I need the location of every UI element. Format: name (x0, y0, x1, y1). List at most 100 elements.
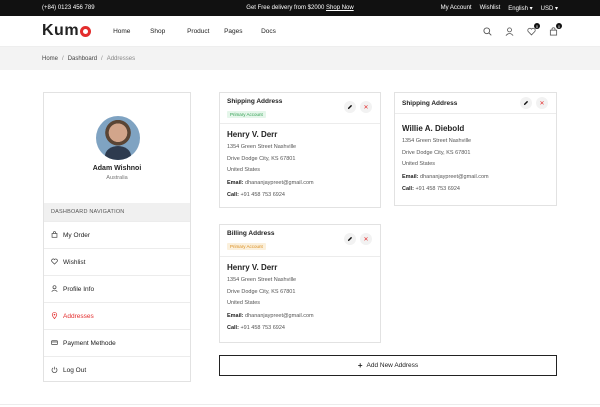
email-label: Email: (402, 173, 419, 180)
wishlist-heart-icon[interactable]: 0 (526, 23, 540, 36)
breadcrumb-current: Addresses (106, 55, 136, 62)
phone-number: (+84) 0123 456 789 (42, 5, 95, 11)
language-select[interactable]: English ▾ (508, 5, 532, 12)
breadcrumb-dashboard[interactable]: Dashboard (68, 56, 97, 62)
nav-pages[interactable]: Pages (224, 28, 261, 35)
nav-shop[interactable]: Shop (150, 28, 187, 35)
sidebar-item-label: Profile Info (63, 285, 95, 293)
close-icon: ✕ (363, 104, 369, 111)
dashboard-sidebar: Adam Wishnoi Australia DASHBOARD NAVIGAT… (43, 92, 191, 382)
dashboard-nav-heading: DASHBOARD NAVIGATION (44, 203, 190, 221)
card-title: Billing Address (227, 230, 275, 237)
sidebar-item-my-order[interactable]: My Order (44, 221, 190, 248)
address-line-3: United States (227, 300, 261, 306)
email-label: Email: (227, 312, 244, 319)
address-line-1: 1354 Green Street Nashville (227, 277, 297, 283)
logo[interactable]: Kum (42, 22, 92, 40)
address-details: Henry V. Derr 1354 Green Street Nashvill… (227, 262, 314, 335)
breadcrumb-separator: / (62, 55, 64, 62)
sidebar-item-log-out[interactable]: Log Out (44, 356, 190, 383)
address-card-billing: Billing Address Primary Account ✕ Henry … (219, 224, 381, 343)
sidebar-item-label: My Order (63, 231, 91, 239)
location-pin-icon (51, 311, 58, 321)
sidebar-item-profile-info[interactable]: Profile Info (44, 275, 190, 302)
primary-account-badge: Primary Account (227, 111, 266, 118)
address-line-1: 1354 Green Street Nashville (227, 144, 297, 150)
user-name: Adam Wishnoi (92, 165, 142, 172)
delete-button[interactable]: ✕ (536, 97, 548, 109)
language-value: English (508, 5, 528, 12)
my-account-link[interactable]: My Account (441, 5, 472, 12)
call-label: Call: (227, 325, 239, 331)
card-title: Shipping Address (227, 98, 283, 105)
nav-home[interactable]: Home (113, 28, 150, 35)
main-header: Kum Home Shop Product Pages Docs 0 0 (0, 16, 600, 47)
avatar (96, 116, 140, 160)
search-icon[interactable] (482, 26, 492, 36)
promo-text: Get Free delivery from $2000 (246, 5, 325, 11)
add-new-address-button[interactable]: + Add New Address (219, 355, 557, 376)
edit-button[interactable] (344, 101, 356, 113)
edit-button[interactable] (344, 233, 356, 245)
address-card-shipping-primary: Shipping Address Primary Account ✕ Henry… (219, 92, 381, 208)
address-line-3: United States (402, 161, 436, 167)
email-label: Email: (227, 179, 244, 186)
nav-product[interactable]: Product (187, 28, 224, 35)
logo-mark-icon (80, 25, 92, 37)
delete-button[interactable]: ✕ (360, 233, 372, 245)
breadcrumb: Home / Dashboard / Addresses (0, 47, 600, 70)
close-icon: ✕ (363, 236, 369, 243)
email-value: dhananjaypreet@gmail.com (420, 173, 489, 180)
sidebar-item-label: Log Out (63, 366, 87, 374)
wishlist-count-badge: 0 (534, 23, 540, 29)
breadcrumb-separator: / (101, 55, 103, 62)
cart-icon[interactable]: 0 (548, 23, 562, 36)
chevron-down-icon: ▾ (554, 5, 558, 12)
address-details: Willie A. Diebold 1354 Green Street Nash… (402, 123, 489, 196)
primary-account-badge: Primary Account (227, 243, 266, 250)
address-line-2: Drive Dodge City, KS 67801 (227, 288, 296, 295)
call-row: Call: +91 458 753 6924 (402, 184, 489, 196)
shop-now-link[interactable]: Shop Now (326, 5, 354, 11)
chevron-down-icon: ▾ (529, 5, 533, 12)
edit-button[interactable] (520, 97, 532, 109)
bag-icon (51, 230, 58, 240)
call-value: +91 458 753 6924 (415, 186, 460, 192)
email-row: Email: dhananjaypreet@gmail.com (402, 172, 489, 184)
address-details: Henry V. Derr 1354 Green Street Nashvill… (227, 129, 314, 202)
email-row: Email: dhananjaypreet@gmail.com (227, 178, 314, 190)
user-icon[interactable] (504, 26, 514, 36)
wishlist-link[interactable]: Wishlist (480, 5, 501, 12)
address-name: Henry V. Derr (227, 130, 278, 139)
currency-select[interactable]: USD ▾ (541, 5, 558, 12)
heart-icon (51, 258, 58, 267)
email-value: dhananjaypreet@gmail.com (245, 179, 314, 186)
card-icon (51, 339, 58, 348)
address-name: Willie A. Diebold (402, 124, 465, 133)
nav-docs[interactable]: Docs (261, 28, 298, 35)
sidebar-item-wishlist[interactable]: Wishlist (44, 248, 190, 275)
edit-pencil-icon (347, 236, 353, 242)
sidebar-item-label: Addresses (63, 312, 94, 320)
sidebar-item-addresses[interactable]: Addresses (44, 302, 190, 329)
call-value: +91 458 753 6924 (240, 325, 285, 331)
breadcrumb-home[interactable]: Home (42, 56, 58, 62)
address-name: Henry V. Derr (227, 263, 278, 272)
power-icon (51, 366, 58, 375)
email-row: Email: dhananjaypreet@gmail.com (227, 311, 314, 323)
add-new-address-label: Add New Address (366, 362, 419, 369)
delete-button[interactable]: ✕ (360, 101, 372, 113)
sidebar-item-payment-methode[interactable]: Payment Methode (44, 329, 190, 356)
sidebar-item-label: Payment Methode (63, 339, 116, 347)
email-value: dhananjaypreet@gmail.com (245, 312, 314, 319)
address-card-shipping: Shipping Address ✕ Willie A. Diebold 135… (394, 92, 557, 206)
edit-pencil-icon (347, 104, 353, 110)
call-row: Call: +91 458 753 6924 (227, 190, 314, 202)
card-title: Shipping Address (402, 100, 458, 107)
address-line-3: United States (227, 167, 261, 173)
call-label: Call: (402, 186, 414, 192)
address-line-1: 1354 Green Street Nashville (402, 138, 472, 144)
logo-text: Kum (42, 22, 80, 39)
edit-pencil-icon (523, 100, 529, 106)
cart-count-badge: 0 (556, 23, 562, 29)
